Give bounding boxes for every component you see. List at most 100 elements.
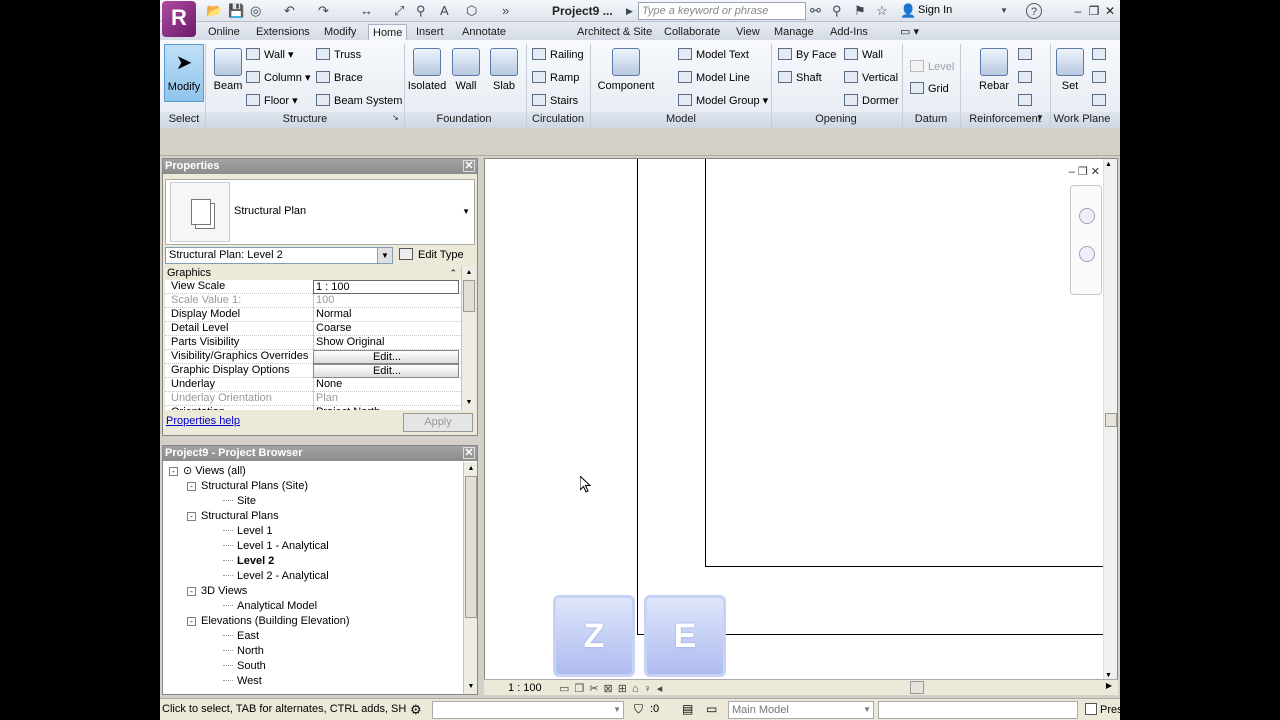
view-window-controls[interactable]: –❐✕ <box>1069 165 1103 178</box>
isolated-foundation-button[interactable]: Isolated <box>406 44 448 102</box>
property-row[interactable]: Underlay None <box>165 378 461 392</box>
rebar-button[interactable]: Rebar <box>974 44 1014 102</box>
beam-system-button[interactable]: Beam System <box>316 92 402 110</box>
component-button[interactable]: Component <box>596 44 656 102</box>
set-work-plane-button[interactable]: Set <box>1052 44 1088 102</box>
browser-node[interactable]: - ⊙ Views (all) <box>169 464 246 479</box>
collapse-toggle-icon[interactable]: - <box>187 482 196 491</box>
select-panel-label[interactable]: Select <box>164 113 204 125</box>
model-group-button[interactable]: Model Group ▾ <box>678 92 768 110</box>
graphics-group-header[interactable]: Graphics ⌃ <box>165 266 461 280</box>
zoom-icon[interactable] <box>1079 246 1095 262</box>
browser-node[interactable]: Level 1 <box>223 524 272 539</box>
workset-dropdown[interactable]: ▼ <box>432 701 624 719</box>
3d-view-icon[interactable]: ⬡ <box>466 3 477 19</box>
model-line-button[interactable]: Model Line <box>678 69 750 87</box>
viewer-icon[interactable] <box>1092 92 1110 110</box>
area-reinforcement-icon[interactable] <box>1018 46 1036 64</box>
tab-manage[interactable]: Manage <box>770 24 818 40</box>
column-button[interactable]: Column ▾ <box>246 69 310 87</box>
favorites-star-icon[interactable]: ☆ <box>876 3 888 19</box>
browser-node[interactable]: West <box>223 674 262 689</box>
aligned-dimension-icon[interactable]: ⤢ <box>394 3 404 19</box>
browser-node[interactable]: Site <box>223 494 256 509</box>
sync-icon[interactable]: ◎ <box>250 3 261 19</box>
browser-node[interactable]: Level 2 <box>223 554 274 569</box>
model-text-button[interactable]: Model Text <box>678 46 749 64</box>
edit-button[interactable]: Edit... <box>313 364 459 378</box>
dormer-button[interactable]: Dormer <box>844 92 899 110</box>
scroll-down-icon[interactable]: ▼ <box>465 681 477 693</box>
tab-modify[interactable]: Modify <box>320 24 360 40</box>
property-value[interactable]: Normal <box>313 308 459 322</box>
scroll-up-icon[interactable]: ▲ <box>1105 161 1112 168</box>
reinforcement-panel-label[interactable]: Reinforcement <box>964 113 1046 125</box>
browser-node[interactable]: - Structural Plans <box>187 509 279 524</box>
collapse-toggle-icon[interactable]: - <box>169 467 178 476</box>
tab-extensions[interactable]: Extensions <box>252 24 314 40</box>
binoculars-icon[interactable]: ⚯ <box>810 3 821 19</box>
tab-home[interactable]: Home <box>368 24 408 40</box>
vertical-opening-button[interactable]: Vertical <box>844 69 898 87</box>
filter-icon[interactable]: ⛉ <box>634 702 643 717</box>
tab-online[interactable]: Online <box>204 24 244 40</box>
wall-foundation-button[interactable]: Wall <box>448 44 484 102</box>
text-icon[interactable]: A <box>440 3 449 19</box>
brace-button[interactable]: Brace <box>316 69 363 87</box>
wall-opening-button[interactable]: Wall <box>844 46 883 64</box>
subscription-icon[interactable]: ⚲ <box>832 3 842 19</box>
property-row[interactable]: View Scale 1 : 100 <box>165 280 461 294</box>
collapse-icon[interactable]: ⌃ <box>449 266 457 280</box>
browser-scrollbar[interactable]: ▲ ▼ <box>463 462 477 694</box>
close-icon[interactable]: ✕ <box>463 447 475 459</box>
help-icon[interactable]: ? <box>1026 3 1042 19</box>
design-option-dropdown[interactable]: Main Model ▼ <box>728 701 874 719</box>
modify-button[interactable]: ➤ Modify <box>164 44 204 102</box>
browser-node[interactable]: -3D Views <box>187 584 247 599</box>
fabric-area-icon[interactable] <box>1018 92 1036 110</box>
level-button[interactable]: Level <box>910 58 954 76</box>
wall-button[interactable]: Wall ▾ <box>246 46 294 64</box>
scroll-up-icon[interactable]: ▲ <box>465 463 477 475</box>
properties-scrollbar[interactable]: ▲ ▼ <box>461 266 475 410</box>
tab-annotate[interactable]: Annotate <box>458 24 510 40</box>
property-row[interactable]: Graphic Display Options Edit... <box>165 364 461 378</box>
scroll-right-icon[interactable]: ▶ <box>1106 681 1112 690</box>
beam-button[interactable]: Beam <box>208 44 248 102</box>
show-work-plane-icon[interactable] <box>1092 46 1110 64</box>
property-row[interactable]: Detail Level Coarse <box>165 322 461 336</box>
browser-node[interactable]: North <box>223 644 264 659</box>
tag-icon[interactable]: ⚲ <box>416 3 426 19</box>
apply-button[interactable]: Apply <box>403 413 473 432</box>
scroll-thumb[interactable] <box>463 280 475 312</box>
dialog-launcher-icon[interactable]: ↘ <box>392 113 399 122</box>
close-icon[interactable]: ✕ <box>463 160 475 172</box>
redo-icon[interactable]: ↷ <box>318 3 329 19</box>
instance-filter-dropdown[interactable]: Structural Plan: Level 2 ▼ <box>165 247 393 264</box>
browser-node[interactable]: East <box>223 629 259 644</box>
by-face-button[interactable]: By Face <box>778 46 836 64</box>
editable-icon[interactable]: ▭ <box>706 702 717 716</box>
floor-button[interactable]: Floor ▾ <box>246 92 298 110</box>
chevron-down-icon[interactable]: ▼ <box>863 702 871 718</box>
worksets-icon[interactable]: ⚙ <box>410 702 422 718</box>
tab-add-ins[interactable]: Add-Ins <box>826 24 872 40</box>
search-input[interactable]: Type a keyword or phrase <box>638 2 806 20</box>
property-row[interactable]: Scale Value 1: 100 <box>165 294 461 308</box>
scroll-down-icon[interactable]: ▼ <box>463 397 475 409</box>
railing-button[interactable]: Railing <box>532 46 584 64</box>
scroll-down-icon[interactable]: ▼ <box>1105 672 1112 679</box>
chevron-down-icon[interactable]: ▼ <box>613 702 621 718</box>
edit-button[interactable]: Edit... <box>313 350 459 364</box>
chevron-down-icon[interactable]: ▼ <box>1036 113 1044 122</box>
stairs-button[interactable]: Stairs <box>532 92 578 110</box>
path-reinforcement-icon[interactable] <box>1018 69 1036 87</box>
property-value[interactable]: Show Original <box>313 336 459 350</box>
drawing-area[interactable]: –❐✕ Z E ▲ ▼ <box>484 158 1118 680</box>
type-selector[interactable]: Structural Plan ▼ <box>165 179 475 245</box>
communication-icon[interactable]: ⚑ <box>854 3 866 19</box>
view-control-icons[interactable]: ▭❐✂⊠⊞⌂♀◂ <box>559 682 667 695</box>
browser-node[interactable]: Analytical Model <box>223 599 317 614</box>
tab-architect-site[interactable]: Architect & Site <box>573 24 656 40</box>
edit-type-button[interactable]: Edit Type <box>399 247 464 264</box>
